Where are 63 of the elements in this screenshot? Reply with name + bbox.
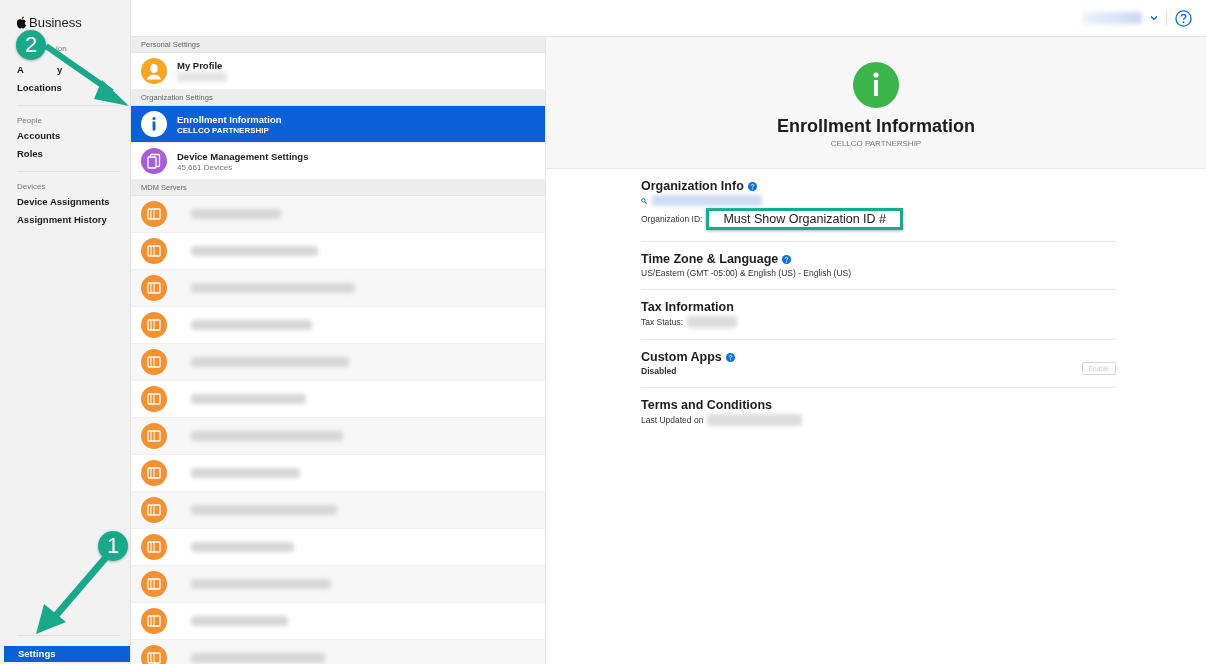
field-label: Tax Status: <box>641 317 684 327</box>
callout-box: Must Show Organization ID # <box>706 208 903 230</box>
nav-item[interactable]: Roles <box>0 145 130 163</box>
list-item[interactable] <box>131 270 545 307</box>
search-icon <box>641 197 647 204</box>
section-title: Tax Information <box>641 300 734 314</box>
nav-item[interactable]: Locations <box>0 79 130 97</box>
item-title: Device Management Settings <box>177 150 309 162</box>
field-label: Last Updated on <box>641 415 704 425</box>
devices-icon <box>141 148 167 174</box>
item-subtitle: 45,661 Devices <box>177 162 234 172</box>
nav-heading: ion <box>56 44 67 55</box>
section-title: Custom Apps <box>641 350 722 364</box>
book-icon <box>141 571 167 597</box>
field-label: Organization ID: <box>641 214 703 224</box>
redaction-blur <box>687 316 738 328</box>
info-icon <box>853 61 899 108</box>
brand-name: Business <box>29 14 82 30</box>
item-subtitle: CELLCO PARTNERSHIP <box>177 125 270 135</box>
book-icon <box>141 423 167 449</box>
list-item[interactable] <box>131 566 545 603</box>
section-title: Terms and Conditions <box>641 398 773 412</box>
book-icon <box>141 201 167 227</box>
section-title: Organization Info <box>641 179 744 193</box>
list-item[interactable]: Enrollment Information CELLCO PARTNERSHIP <box>131 106 545 143</box>
nav-item[interactable]: Settings <box>4 646 130 662</box>
help-icon[interactable] <box>782 254 792 264</box>
page-title: Enrollment Information <box>777 115 975 137</box>
book-icon <box>141 608 167 634</box>
book-icon <box>141 312 167 338</box>
page-subtitle: CELLCO PARTNERSHIP <box>830 138 922 148</box>
list-item[interactable] <box>131 344 545 381</box>
nav-item[interactable]: Assignment History <box>0 211 130 229</box>
help-icon[interactable] <box>747 181 757 191</box>
item-title: My Profile <box>177 60 224 71</box>
book-icon <box>141 460 167 486</box>
nav-item[interactable]: A y <box>0 61 130 79</box>
item-title: Enrollment Information <box>177 113 282 125</box>
book-icon <box>141 534 167 560</box>
nav-heading: People <box>16 116 43 127</box>
book-icon <box>141 386 167 412</box>
info-icon <box>141 111 167 137</box>
list-item[interactable] <box>131 418 545 455</box>
book-icon <box>141 275 167 301</box>
help-icon[interactable] <box>725 352 735 362</box>
chevron-down-icon[interactable] <box>1150 15 1158 21</box>
list-item[interactable] <box>131 492 545 529</box>
help-icon[interactable] <box>1175 9 1192 27</box>
logo-icon <box>16 15 27 29</box>
section-title: Time Zone & Language <box>641 252 779 266</box>
person-icon <box>141 58 167 84</box>
nav-item[interactable]: Accounts <box>0 127 130 145</box>
book-icon <box>141 497 167 523</box>
book-icon <box>141 349 167 375</box>
list-item[interactable] <box>131 196 545 233</box>
redaction-blur <box>1082 12 1142 24</box>
book-icon <box>141 645 167 664</box>
book-icon <box>141 238 167 264</box>
section-value: US/Eastern (GMT -05:00) & English (US) - English (US) <box>641 268 852 278</box>
redaction-blur <box>177 72 227 82</box>
nav-heading: Devices <box>16 182 47 193</box>
section-value: Disabled <box>641 366 678 376</box>
nav-item[interactable]: Device Assignments <box>0 193 130 211</box>
